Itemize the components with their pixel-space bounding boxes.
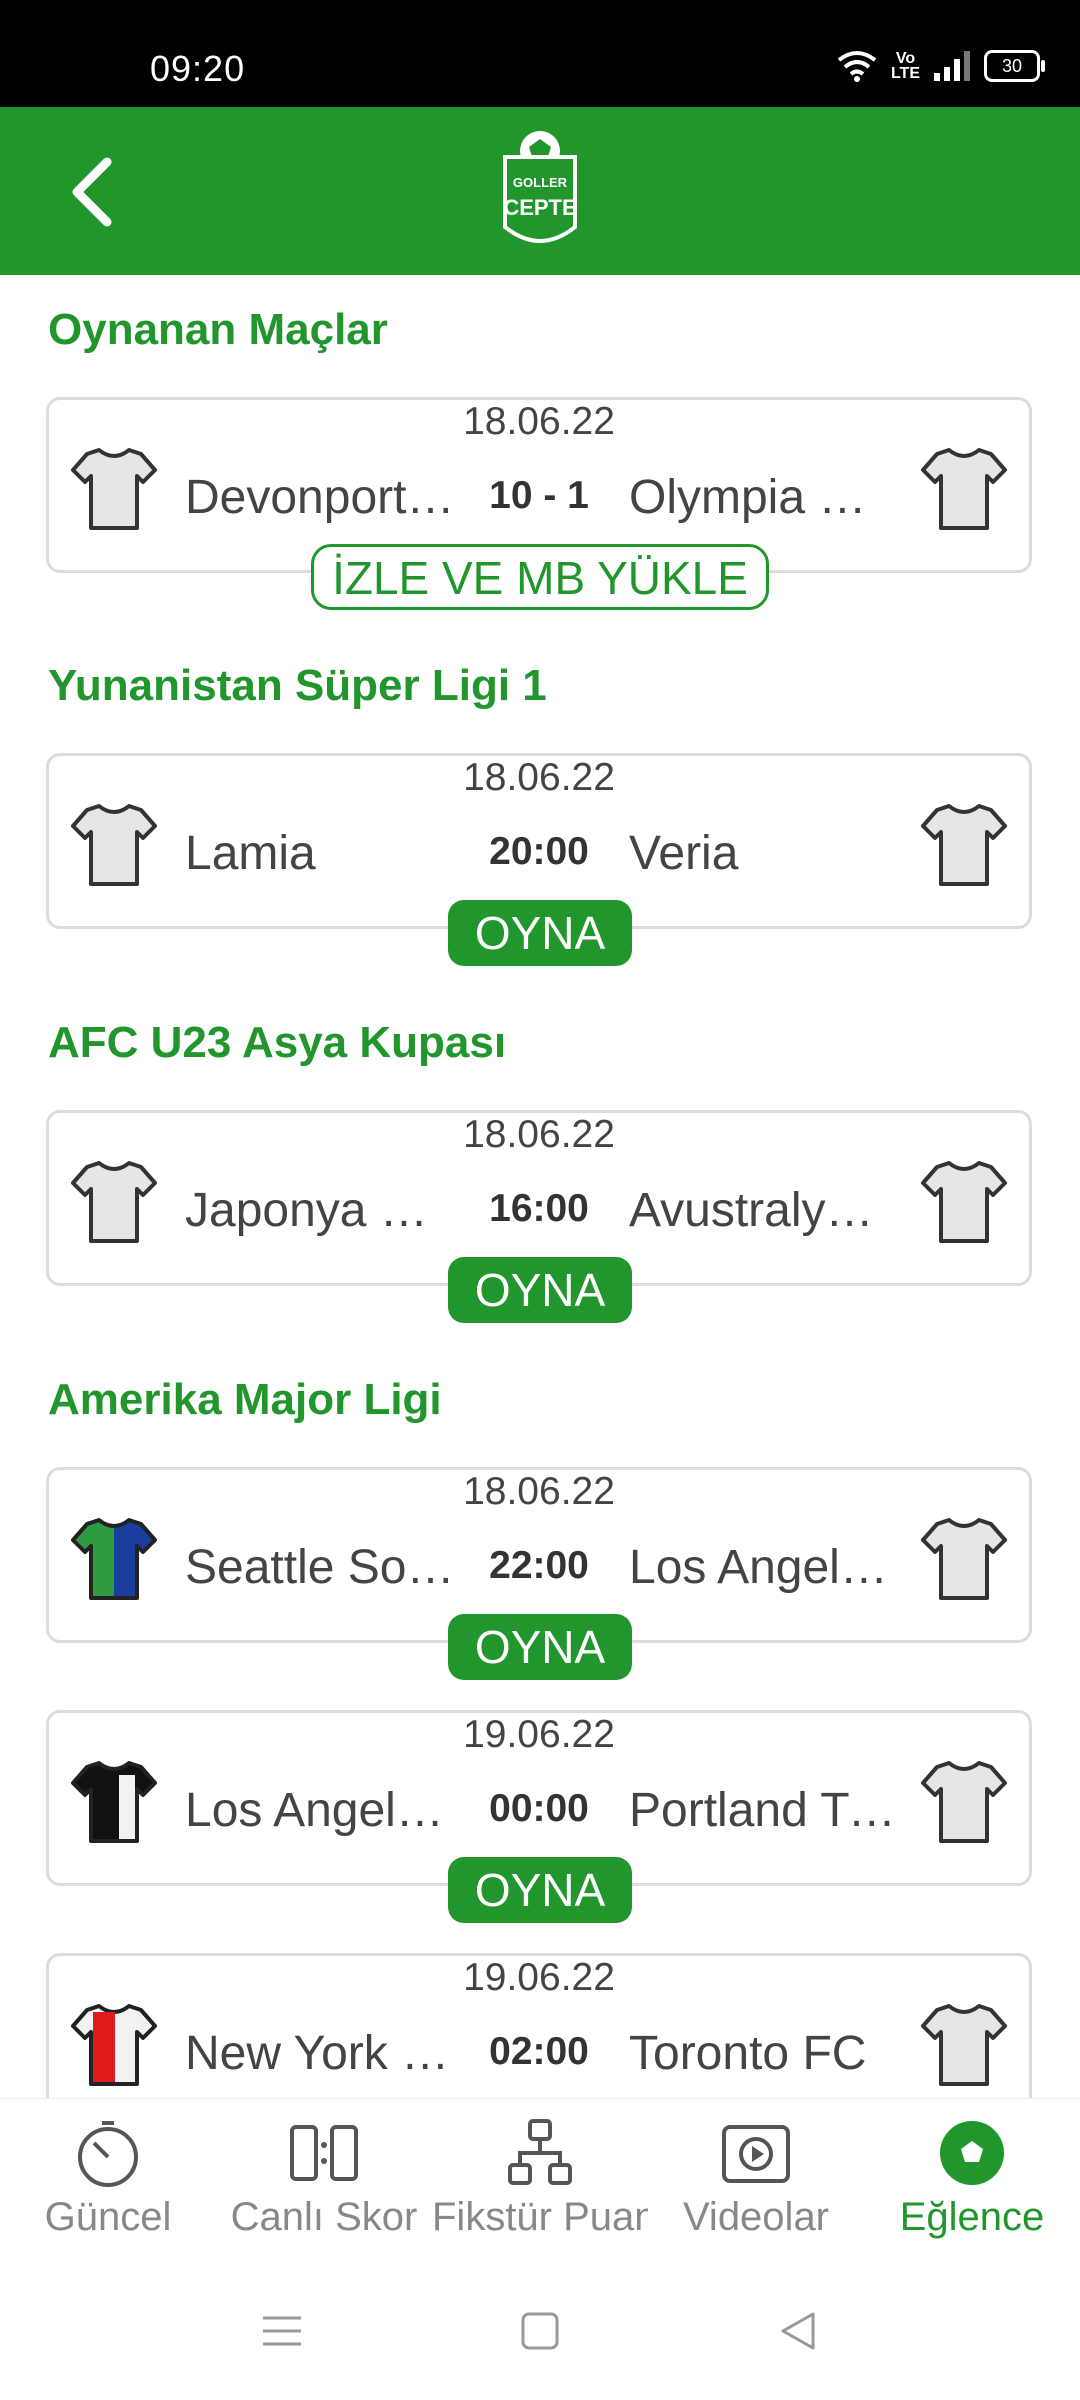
play-button[interactable]: OYNA	[448, 1257, 632, 1323]
stopwatch-icon	[78, 2121, 138, 2187]
back-triangle-icon[interactable]	[773, 2306, 823, 2356]
soccer-ball-icon	[940, 2121, 1004, 2185]
home-shirt-icon	[71, 2004, 157, 2086]
watch-and-load-button[interactable]: İZLE VE MB YÜKLE	[311, 544, 769, 610]
nav-item-fikstur[interactable]: Fikstür Puan	[432, 2117, 648, 2240]
home-team-name: New York Red Bulls	[185, 2027, 455, 2080]
play-button[interactable]: OYNA	[448, 1857, 632, 1923]
section-title: Oynanan Maçlar	[48, 305, 388, 354]
home-shirt-icon	[71, 804, 157, 886]
bottom-navigation: Güncel Canlı Skor Fikstür Puan Videolar	[0, 2098, 1080, 2259]
nav-label: Fikstür Puan	[432, 2195, 648, 2239]
svg-text:GOLLER: GOLLER	[513, 175, 568, 190]
nav-label: Canlı Skor	[230, 2195, 418, 2239]
home-shirt-icon	[71, 448, 157, 530]
match-time: 20:00	[489, 830, 589, 873]
nav-item-canli-skor[interactable]: Canlı Skor	[216, 2117, 432, 2240]
back-arrow-icon[interactable]	[55, 152, 135, 232]
match-time: 00:00	[489, 1787, 589, 1830]
match-date: 19.06.22	[463, 1713, 615, 1756]
app-header: GOLLER CEPTE	[0, 107, 1080, 275]
svg-text:CEPTE: CEPTE	[503, 195, 576, 220]
away-shirt-icon	[921, 1161, 1007, 1243]
home-team-name: Los Angeles Galaxy	[185, 1784, 455, 1837]
goller-cepte-logo: GOLLER CEPTE	[503, 131, 577, 243]
match-score: 10 - 1	[489, 474, 589, 517]
match-date: 18.06.22	[463, 756, 615, 799]
scoreboard-icon	[290, 2125, 358, 2181]
match-list[interactable]: Oynanan Maçlar 18.06.22 Devonport City 1…	[0, 275, 1080, 2098]
play-icon	[722, 2125, 790, 2183]
match-time: 22:00	[489, 1544, 589, 1587]
status-bar: 09:20 Vo LTE 30	[0, 0, 1080, 107]
nav-item-videolar[interactable]: Videolar	[648, 2117, 864, 2240]
play-button[interactable]: OYNA	[448, 900, 632, 966]
nav-item-eglence[interactable]: Eğlence	[864, 2117, 1080, 2240]
home-shirt-icon	[71, 1518, 157, 1600]
play-button[interactable]: OYNA	[448, 1614, 632, 1680]
match-time: 02:00	[489, 2030, 589, 2073]
away-shirt-icon	[921, 1518, 1007, 1600]
section-title: Yunanistan Süper Ligi 1	[48, 661, 547, 710]
away-team-name: Toronto FC	[629, 2027, 867, 2080]
match-card[interactable]: 19.06.22 New York Red Bulls 02:00 Toront…	[46, 1953, 1032, 2098]
match-time: 16:00	[489, 1187, 589, 1230]
system-navigation-bar	[0, 2258, 1080, 2400]
nav-label: Güncel	[44, 2195, 172, 2239]
away-shirt-icon	[921, 2004, 1007, 2086]
status-icons: Vo LTE 30	[837, 50, 1045, 82]
home-icon[interactable]	[515, 2306, 565, 2356]
match-date: 18.06.22	[463, 400, 615, 443]
home-shirt-icon	[71, 1161, 157, 1243]
away-team-name: Olympia Warriors	[629, 471, 899, 524]
section-title: AFC U23 Asya Kupası	[48, 1018, 507, 1067]
nav-label: Videolar	[682, 2195, 830, 2239]
section-title: Amerika Major Ligi	[48, 1375, 442, 1424]
menu-icon[interactable]	[257, 2306, 307, 2356]
battery-icon: 30	[984, 50, 1045, 82]
away-shirt-icon	[921, 804, 1007, 886]
away-team-name: Portland Timbers	[629, 1784, 899, 1837]
match-date: 18.06.22	[463, 1470, 615, 1513]
away-team-name: Veria	[629, 827, 739, 880]
bracket-icon	[508, 2119, 572, 2185]
away-team-name: Avustralya U23	[629, 1184, 899, 1237]
home-team-name: Japonya U23	[185, 1184, 455, 1237]
away-team-name: Los Angeles FC	[629, 1541, 899, 1594]
home-shirt-icon	[71, 1761, 157, 1843]
status-time: 09:20	[150, 48, 246, 89]
home-team-name: Seattle Sounders	[185, 1541, 455, 1594]
away-shirt-icon	[921, 448, 1007, 530]
signal-icon	[934, 51, 970, 81]
match-date: 18.06.22	[463, 1113, 615, 1156]
match-date: 19.06.22	[463, 1956, 615, 1999]
wifi-icon	[837, 51, 877, 82]
volte-icon: Vo LTE	[890, 50, 920, 82]
away-shirt-icon	[921, 1761, 1007, 1843]
home-team-name: Devonport City	[185, 471, 455, 524]
nav-label: Eğlence	[899, 2195, 1045, 2239]
nav-item-guncel[interactable]: Güncel	[0, 2117, 216, 2240]
home-team-name: Lamia	[185, 827, 316, 880]
